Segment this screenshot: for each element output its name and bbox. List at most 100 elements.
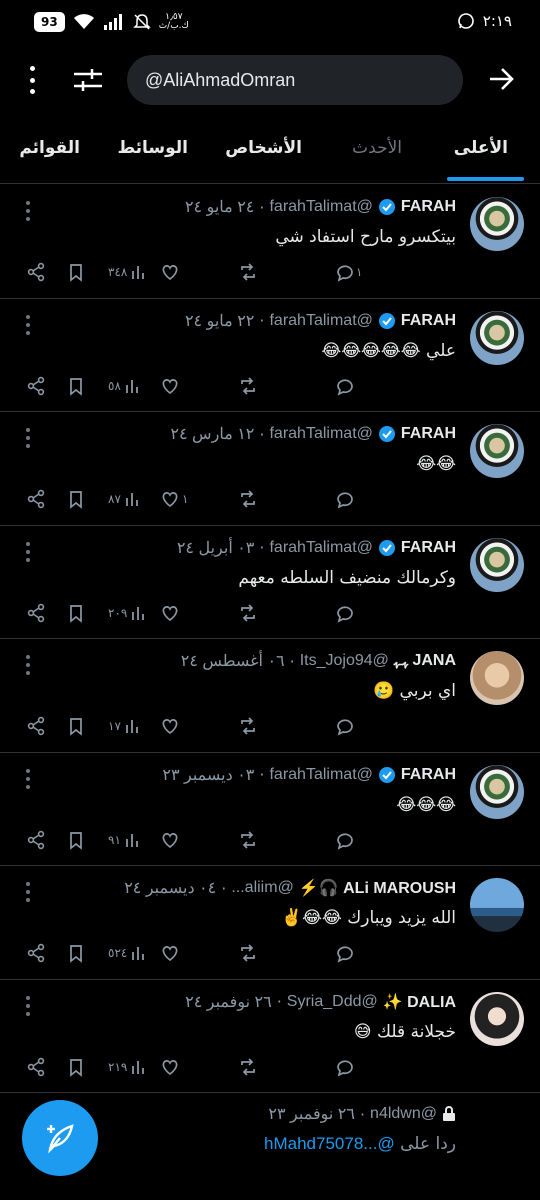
retweet-button[interactable] [238,1056,260,1078]
username[interactable]: @farahTalimat [269,539,372,557]
tweet-date[interactable]: ٢٢ مايو ٢٤ [185,311,254,331]
reply-button[interactable] [334,375,356,397]
share-button[interactable] [26,375,48,397]
bookmark-button[interactable] [66,829,88,851]
views-button[interactable]: ٢٠٩ [108,602,149,624]
retweet-button[interactable] [238,715,260,737]
bookmark-button[interactable] [66,488,88,510]
like-button[interactable] [160,375,182,397]
reply-button[interactable] [334,1056,356,1078]
avatar[interactable] [470,310,524,365]
retweet-button[interactable] [238,942,260,964]
username[interactable]: @n4ldwn [370,1105,437,1123]
like-button[interactable] [160,261,182,283]
more-icon[interactable] [24,201,30,221]
tweet-date[interactable]: ٠٤ ديسمبر ٢٤ [124,878,216,898]
bookmark-button[interactable] [66,602,88,624]
reply-button[interactable] [334,602,356,624]
filter-settings-icon[interactable] [72,66,104,94]
tweet[interactable]: ALi MAROUSH 🎧⚡ @aliim... · ٠٤ ديسمبر ٢٤ … [0,866,540,980]
tweet-date[interactable]: ٠٣ أبريل ٢٤ [177,538,255,558]
tweet-date[interactable]: ٠٣ ديسمبر ٢٣ [162,765,254,785]
views-button[interactable]: ٢١٩ [108,1056,149,1078]
share-button[interactable] [26,488,48,510]
display-name[interactable]: DALIA ✨ [383,992,456,1012]
avatar[interactable] [470,537,524,592]
more-icon[interactable] [24,768,30,789]
tab-latest[interactable]: الأحدث [352,138,402,158]
bookmark-button[interactable] [66,375,88,397]
views-button[interactable]: ٩١ [108,829,143,851]
reply-button[interactable] [334,942,356,964]
views-button[interactable]: ٥٢٤ [108,942,149,964]
avatar[interactable] [470,878,524,932]
bookmark-button[interactable] [66,942,88,964]
reply-button[interactable] [334,488,356,510]
search-input[interactable]: @AliAhmadOmran [127,55,463,105]
display-name[interactable]: FARAH [401,198,456,216]
username[interactable]: @farahTalimat [269,425,372,443]
views-button[interactable]: ١٧ [108,715,143,737]
display-name[interactable]: FARAH [401,425,456,443]
tab-top[interactable]: الأعلى [454,138,508,158]
retweet-button[interactable] [238,829,260,851]
avatar[interactable] [470,197,524,251]
tweet[interactable]: JANA ﮩـﮩ @Its_Jojo94 · ٠٦ أغسطس ٢٤ اي بر… [0,639,540,753]
bookmark-button[interactable] [66,715,88,737]
reply-button[interactable]: ١ [334,261,362,283]
like-button[interactable] [160,602,182,624]
more-icon[interactable] [24,995,30,1016]
share-button[interactable] [26,261,48,283]
share-button[interactable] [26,602,48,624]
views-button[interactable]: ٨٧ [108,488,143,510]
username[interactable]: @Syria_Ddd [287,993,378,1011]
share-button[interactable] [26,715,48,737]
username[interactable]: @aliim... [231,879,293,897]
display-name[interactable]: FARAH [401,312,456,330]
like-button[interactable] [160,942,182,964]
more-icon[interactable] [24,541,30,562]
views-button[interactable]: ٥٨ [108,375,143,397]
tweet[interactable]: FARAH @farahTalimat · ٠٣ أبريل ٢٤ وكرمال… [0,526,540,639]
like-button[interactable] [160,715,182,737]
reply-mention[interactable]: @...hMahd75078 [264,1134,395,1153]
reply-button[interactable] [334,829,356,851]
display-name[interactable]: ALi MAROUSH 🎧⚡ [299,878,456,898]
more-options-icon[interactable] [22,64,42,96]
tweet-date[interactable]: ٢٤ مايو ٢٤ [185,197,254,217]
avatar[interactable] [470,991,524,1046]
tab-lists[interactable]: القوائم [19,138,80,158]
tab-media[interactable]: الوسائط [117,138,188,158]
avatar[interactable] [470,651,524,705]
username[interactable]: @farahTalimat [269,198,372,216]
more-icon[interactable] [24,882,30,902]
tweet[interactable]: FARAH @farahTalimat · ٢٢ مايو ٢٤ علي 😂😂😂… [0,299,540,412]
compose-button[interactable] [22,1100,98,1176]
display-name[interactable]: JANA ﮩـﮩ [394,652,456,670]
more-icon[interactable] [24,655,30,675]
username[interactable]: @farahTalimat [269,766,372,784]
more-icon[interactable] [24,314,30,335]
display-name[interactable]: FARAH [401,766,456,784]
bookmark-button[interactable] [66,1056,88,1078]
tab-people[interactable]: الأشخاص [225,138,302,158]
retweet-button[interactable] [238,488,260,510]
views-button[interactable]: ٣٤٨ [108,261,149,283]
like-button[interactable] [160,1056,182,1078]
retweet-button[interactable] [238,261,260,283]
username[interactable]: @farahTalimat [269,312,372,330]
more-icon[interactable] [24,428,30,448]
tweet[interactable]: FARAH @farahTalimat · ٠٣ ديسمبر ٢٣ 😂😂😂 ٩… [0,753,540,866]
tweet[interactable]: FARAH @farahTalimat · ١٢ مارس ٢٤ 😂😂 ١ ٨٧ [0,412,540,526]
avatar[interactable] [470,764,524,819]
tweet-date[interactable]: ٠٦ أغسطس ٢٤ [181,651,285,671]
tweet[interactable]: DALIA ✨ @Syria_Ddd · ٢٦ نوفمبر ٢٤ خجلانة… [0,980,540,1093]
share-button[interactable] [26,1056,48,1078]
like-button[interactable] [160,829,182,851]
tweet-date[interactable]: ١٢ مارس ٢٤ [170,424,254,444]
arrow-right-icon[interactable] [486,64,516,94]
share-button[interactable] [26,942,48,964]
tweet-date[interactable]: ٢٦ نوفمبر ٢٣ [268,1104,355,1124]
tweet-date[interactable]: ٢٦ نوفمبر ٢٤ [185,992,272,1012]
tweet[interactable]: FARAH @farahTalimat · ٢٤ مايو ٢٤ بيتكسرو… [0,185,540,299]
